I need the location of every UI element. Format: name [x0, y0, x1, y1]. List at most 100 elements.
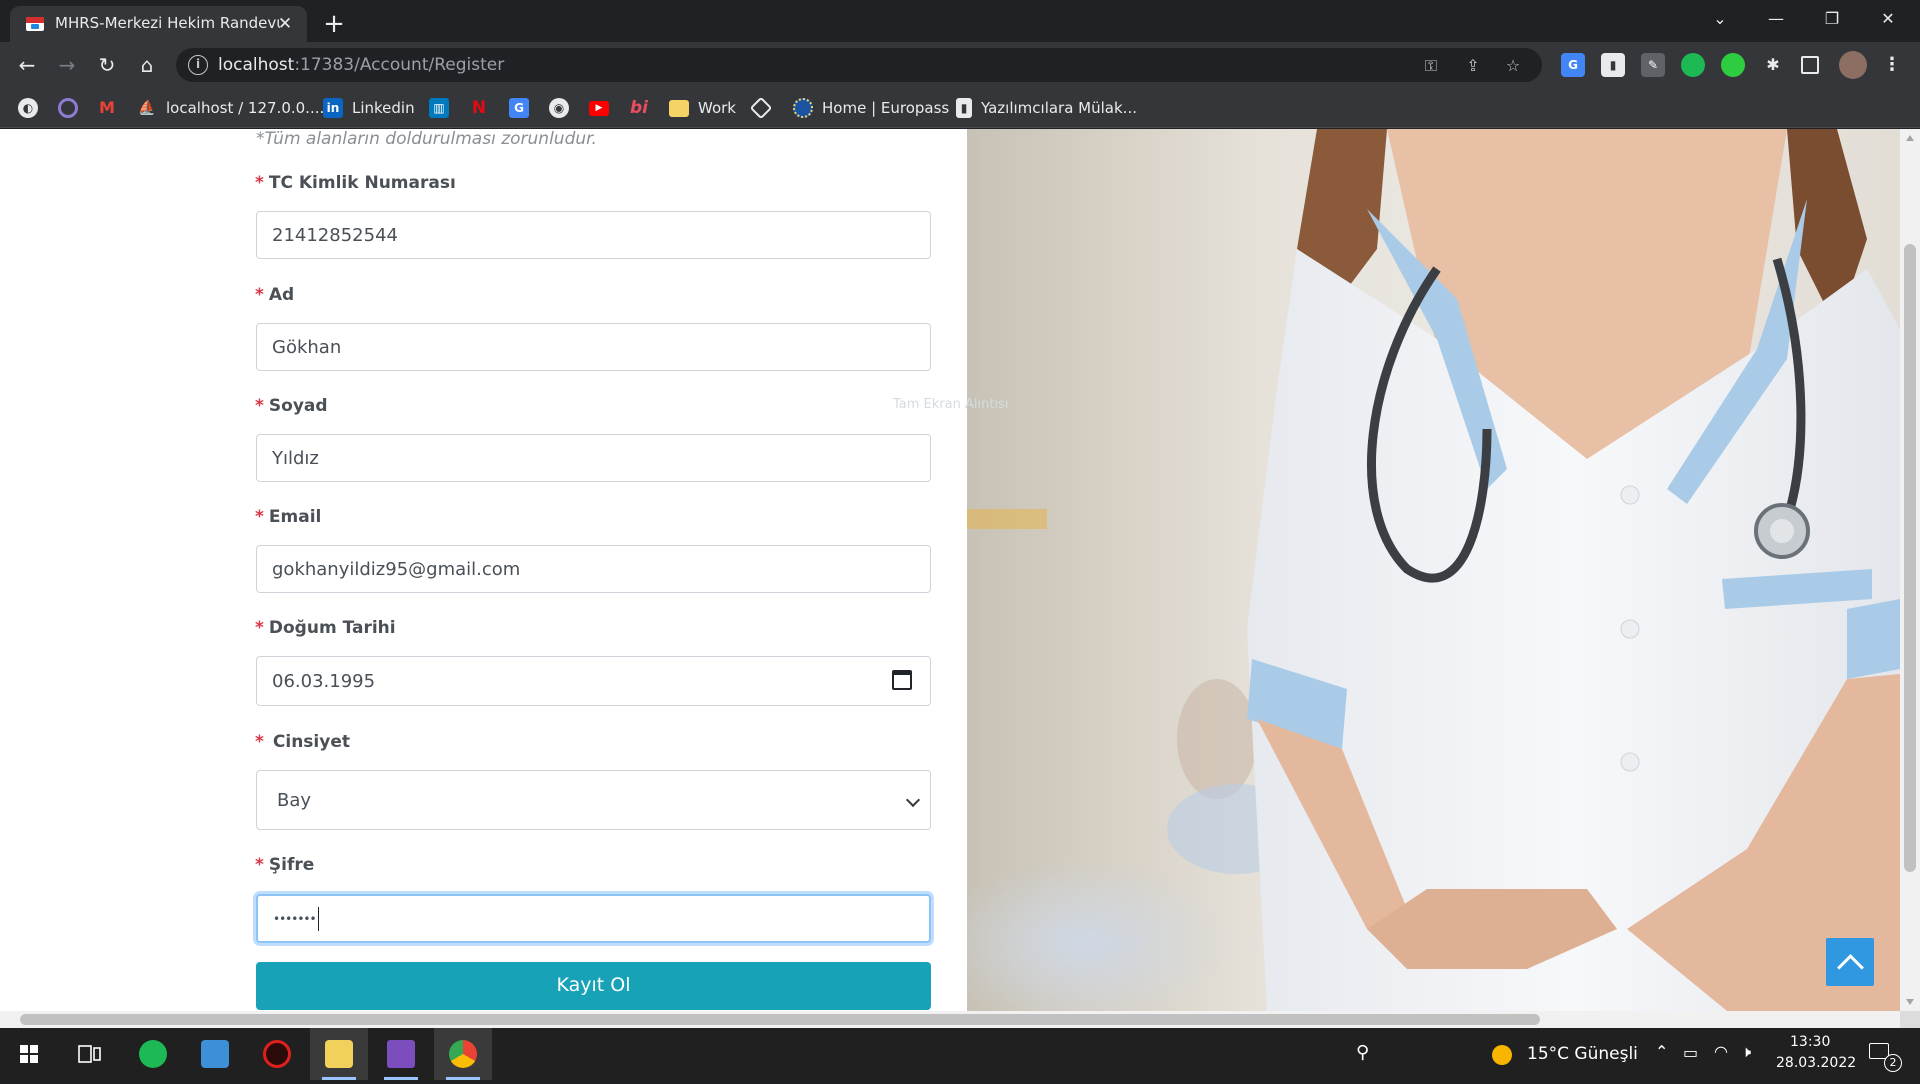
ad-input[interactable]: Gökhan: [256, 323, 931, 371]
battery-icon[interactable]: ▭: [1683, 1043, 1698, 1062]
netflix-icon: N: [471, 98, 487, 118]
europass-icon: [793, 98, 813, 118]
weather-sun-icon[interactable]: [1492, 1045, 1512, 1065]
bookmark-europass[interactable]: Home | Europass: [793, 97, 949, 119]
browser-tab[interactable]: MHRS-Merkezi Hekim Randevu S ✕: [10, 6, 307, 42]
bookmark-gmail[interactable]: M: [97, 97, 117, 119]
bookmark-youtube[interactable]: ▶: [589, 97, 609, 119]
red-app-icon: [263, 1040, 291, 1068]
taskbar-red-app[interactable]: [248, 1028, 306, 1080]
kayit-ol-button[interactable]: Kayıt Ol: [256, 962, 931, 1010]
browser-title-bar: MHRS-Merkezi Hekim Randevu S ✕ + ⌄ — ❐ ✕: [0, 0, 1920, 42]
nurse-illustration: [967, 129, 1900, 1011]
address-bar[interactable]: i localhost:17383/Account/Register ⚿ ⇪ ☆: [176, 48, 1542, 82]
taskbar-notepad[interactable]: [310, 1028, 368, 1080]
scroll-to-top-button[interactable]: [1826, 938, 1874, 986]
close-window-icon[interactable]: ✕: [1860, 0, 1916, 40]
taskbar-spotify[interactable]: [124, 1028, 182, 1080]
tc-label: * TC Kimlik Numarası: [255, 173, 456, 193]
email-input[interactable]: gokhanyildiz95@gmail.com: [256, 545, 931, 593]
share-icon[interactable]: ⇪: [1462, 55, 1484, 77]
restore-window-icon[interactable]: ❐: [1804, 0, 1860, 40]
bookmark-work[interactable]: Work: [669, 97, 736, 119]
vertical-scroll-thumb[interactable]: [1904, 244, 1916, 872]
tab-title: MHRS-Merkezi Hekim Randevu S: [55, 14, 280, 32]
linkedin-icon: in: [323, 98, 343, 118]
bookmark-linkedin[interactable]: in Linkedin: [323, 97, 415, 119]
password-key-icon[interactable]: ⚿: [1420, 55, 1442, 77]
vertical-scrollbar[interactable]: [1900, 129, 1920, 1011]
bookmark-star-icon[interactable]: ☆: [1502, 55, 1524, 77]
task-view-button[interactable]: [60, 1028, 118, 1080]
cinsiyet-select[interactable]: Bay: [256, 770, 931, 830]
extensions-puzzle-icon[interactable]: ✱: [1761, 53, 1785, 77]
bookmark-ubuntu[interactable]: ◐: [18, 97, 38, 119]
browser-menu-icon[interactable]: ⋮: [1880, 53, 1904, 77]
green-extension-icon[interactable]: [1681, 53, 1705, 77]
bookmark-trello[interactable]: ▥: [429, 97, 449, 119]
bookmark-localhost[interactable]: ⛵ localhost / 127.0.0....: [137, 97, 324, 119]
people-icon[interactable]: ⚲: [1356, 1042, 1369, 1063]
dogum-tarihi-input[interactable]: 06.03.1995: [256, 656, 931, 706]
required-fields-note: *Tüm alanların doldurulması zorunludur.: [256, 129, 597, 149]
notepad-icon: [325, 1040, 353, 1068]
calendar-icon[interactable]: [892, 670, 912, 690]
spotify-icon: [139, 1040, 167, 1068]
reader-extension-icon[interactable]: ▮: [1601, 53, 1625, 77]
taskbar-remote-desktop[interactable]: [186, 1028, 244, 1080]
bi-icon: bi: [630, 98, 648, 118]
ad-label: * Ad: [255, 285, 295, 305]
bookmark-bi[interactable]: bi: [629, 97, 649, 119]
cinsiyet-label: * Cinsiyet: [255, 732, 350, 752]
close-tab-icon[interactable]: ✕: [275, 14, 295, 34]
clock-time[interactable]: 13:30: [1790, 1034, 1830, 1050]
side-panel-icon[interactable]: [1801, 56, 1819, 74]
ubuntu-icon: ◐: [18, 98, 38, 118]
url-text: localhost:17383/Account/Register: [218, 55, 505, 75]
horizontal-scrollbar[interactable]: [0, 1011, 1900, 1028]
clock-date[interactable]: 28.03.2022: [1776, 1055, 1856, 1071]
taskbar-chrome[interactable]: [434, 1028, 492, 1080]
bookmarks-bar: ◐ M ⛵ localhost / 127.0.0.... in Linkedin …: [0, 88, 1920, 128]
forward-arrow-icon[interactable]: →: [50, 48, 84, 82]
bookmark-github[interactable]: ◉: [549, 97, 569, 119]
translate-icon: G: [509, 98, 529, 118]
minimize-window-icon[interactable]: —: [1748, 0, 1804, 40]
translate-extension-icon[interactable]: G: [1561, 53, 1585, 77]
gmail-icon: M: [99, 98, 115, 117]
chrome-icon: [449, 1040, 477, 1068]
weather-text[interactable]: 15°C Güneşli: [1527, 1044, 1638, 1064]
bookmark-yazilimcilara[interactable]: ▮ Yazılımcılara Mülak...: [956, 97, 1137, 119]
tray-chevron-up-icon[interactable]: ⌃: [1655, 1042, 1668, 1061]
soyad-input[interactable]: Yıldız: [256, 434, 931, 482]
start-button[interactable]: [0, 1028, 58, 1080]
text-caret: [317, 906, 319, 931]
folder-icon: [669, 99, 689, 117]
new-tab-button[interactable]: +: [317, 8, 351, 42]
reload-icon[interactable]: ↻: [90, 48, 124, 82]
wifi-icon[interactable]: ◠: [1714, 1042, 1728, 1061]
home-icon[interactable]: ⌂: [130, 48, 164, 82]
sifre-input[interactable]: •••••••: [256, 894, 931, 943]
volume-muted-icon[interactable]: 🕨: [1741, 1042, 1751, 1062]
taskbar-visual-studio[interactable]: [372, 1028, 430, 1080]
profile-avatar[interactable]: [1839, 51, 1867, 79]
horizontal-scroll-thumb[interactable]: [20, 1014, 1540, 1025]
bookmark-netflix[interactable]: N: [469, 97, 489, 119]
green-dot-extension-icon[interactable]: [1721, 53, 1745, 77]
back-arrow-icon[interactable]: ←: [10, 48, 44, 82]
scrollbar-corner: [1900, 1011, 1920, 1028]
bookmark-circle[interactable]: [58, 97, 78, 119]
bookmark-codepen[interactable]: [749, 96, 773, 120]
circle-icon: [58, 98, 78, 118]
tab-search-icon[interactable]: ⌄: [1692, 0, 1748, 40]
tc-input[interactable]: 21412852544: [256, 211, 931, 259]
windows-logo-icon: [20, 1045, 38, 1063]
scroll-down-arrow-icon[interactable]: [1906, 999, 1914, 1005]
bookmark-translate[interactable]: G: [509, 97, 529, 119]
site-info-icon[interactable]: i: [188, 55, 208, 75]
scroll-up-arrow-icon[interactable]: [1906, 135, 1914, 141]
codepen-icon: [749, 96, 773, 120]
pen-extension-icon[interactable]: ✎: [1641, 53, 1665, 77]
sifre-label: * Şifre: [255, 855, 315, 875]
